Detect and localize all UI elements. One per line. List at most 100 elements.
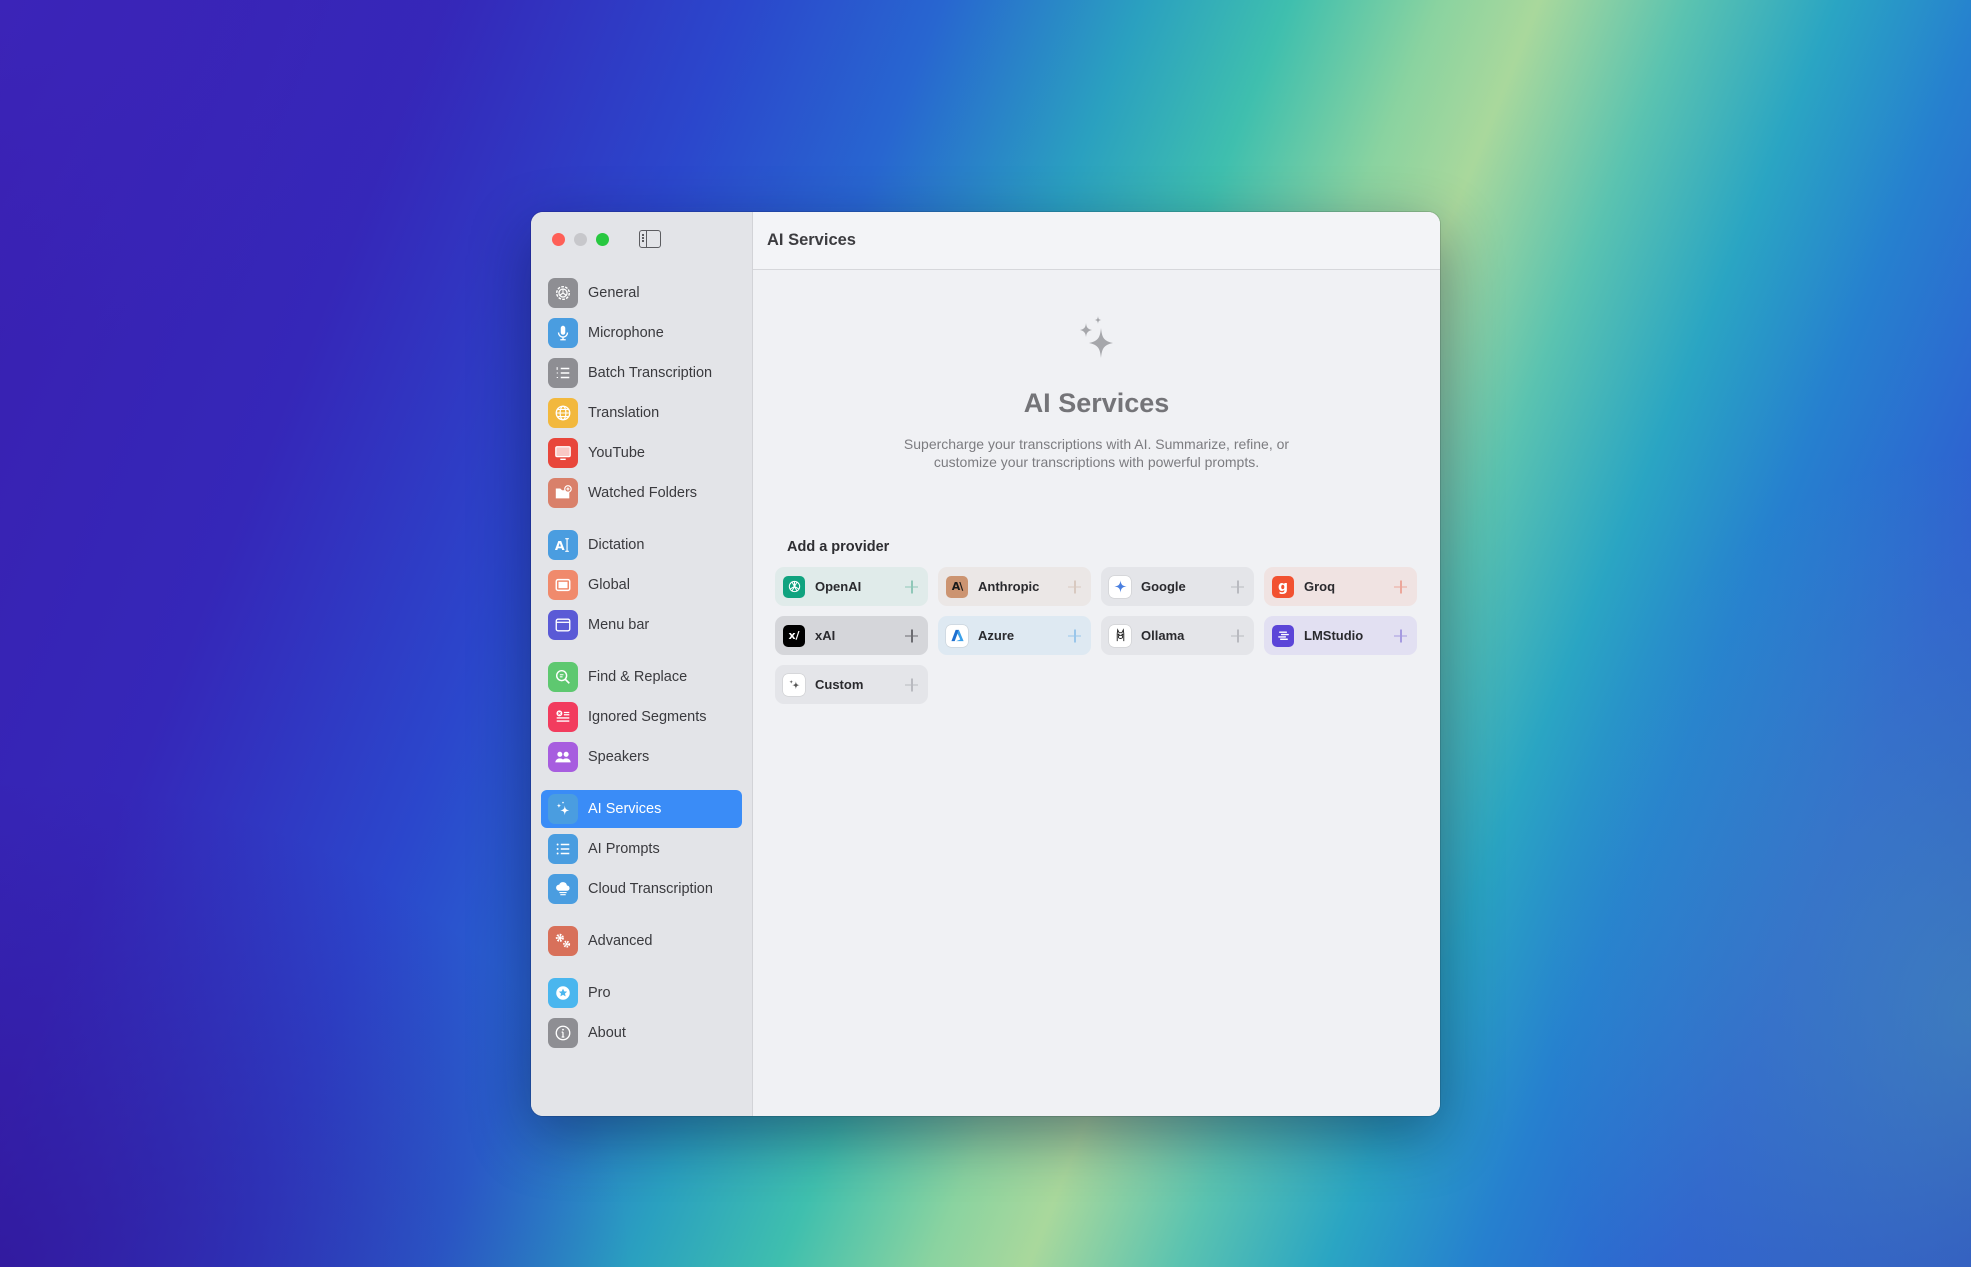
provider-card-xai[interactable]: x/xAI [775,616,928,655]
sidebar-item-speakers[interactable]: Speakers [541,738,742,776]
sidebar-item-label: Menu bar [588,617,650,633]
sidebar-toggle-icon[interactable] [639,230,661,248]
sidebar-item-translation[interactable]: Translation [541,394,742,432]
plus-icon[interactable] [905,678,918,691]
sidebar-item-label: Dictation [588,537,645,553]
star-badge-icon [548,978,578,1008]
sidebar-item-label: Ignored Segments [588,709,707,725]
provider-name: Google [1141,579,1186,594]
plus-icon[interactable] [1394,580,1407,593]
microphone-icon [548,318,578,348]
sidebar-item-label: Find & Replace [588,669,688,685]
sidebar-item-pro[interactable]: Pro [541,974,742,1012]
ollama-logo-icon [1109,624,1131,647]
sidebar-item-ignored-segments[interactable]: Ignored Segments [541,698,742,736]
sidebar-item-label: Translation [588,405,660,421]
sidebar-item-label: Batch Transcription [588,365,713,381]
sidebar-item-label: YouTube [588,445,645,461]
close-button[interactable] [552,233,565,246]
sparkles-icon [548,794,578,824]
plus-icon[interactable] [1394,629,1407,642]
sparkles-icon [1079,316,1113,358]
folder-add-icon [548,478,578,508]
info-icon [548,1018,578,1048]
sidebar-item-ai-services[interactable]: AI Services [541,790,742,828]
provider-name: Groq [1304,579,1336,594]
sidebar-item-youtube[interactable]: YouTube [541,434,742,472]
gears-icon [548,926,578,956]
provider-name: Azure [978,628,1015,643]
provider-card-google[interactable]: Google [1101,567,1254,606]
google-logo-icon [1109,575,1131,598]
text-cursor-icon: A [548,530,578,560]
providers-grid: OpenAI A\ Anthropic Google g Groq x/xAI Azure Ol… [775,567,1418,704]
sidebar-item-dictation[interactable]: A Dictation [541,526,742,564]
ignored-list-icon [548,702,578,732]
page-title: AI Services [767,231,856,249]
provider-card-lmstudio[interactable]: LMStudio [1264,616,1417,655]
svg-text:A: A [555,538,565,553]
sidebar-item-label: Pro [588,985,611,1001]
hero-title: AI Services [1023,388,1170,418]
provider-name: Anthropic [978,579,1040,594]
provider-name: OpenAI [815,579,862,594]
sidebar-item-watched-folders[interactable]: Watched Folders [541,474,742,512]
magnifier-icon [548,662,578,692]
sidebar-item-label: Speakers [588,749,650,765]
provider-name: Ollama [1141,628,1185,643]
maximize-button[interactable] [596,233,609,246]
sidebar-item-label: Watched Folders [588,485,698,501]
plus-icon[interactable] [1231,629,1244,642]
provider-name: xAI [815,628,836,643]
provider-card-groq[interactable]: g Groq [1264,567,1417,606]
azure-logo-icon [946,624,968,647]
window-icon [548,570,578,600]
sidebar-item-global[interactable]: Global [541,566,742,604]
plus-icon[interactable] [1068,629,1081,642]
sidebar-item-cloud-transcription[interactable]: Cloud Transcription [541,870,742,908]
anthropic-logo-icon: A\ [946,575,968,598]
sidebar-item-menu-bar[interactable]: Menu bar [541,606,742,644]
xai-logo-icon: x/ [783,624,805,647]
globe-icon [548,398,578,428]
sidebar-item-advanced[interactable]: Advanced [541,922,742,960]
sidebar-item-label: Global [588,577,630,593]
provider-card-azure[interactable]: Azure [938,616,1091,655]
sidebar-item-general[interactable]: General [541,274,742,312]
provider-card-anthropic[interactable]: A\ Anthropic [938,567,1091,606]
sidebar-item-label: AI Prompts [588,841,660,857]
plus-icon[interactable] [1068,580,1081,593]
window-controls [552,233,609,246]
numbered-list-icon [548,358,578,388]
plus-icon[interactable] [905,629,918,642]
provider-card-ollama[interactable]: Ollama [1101,616,1254,655]
provider-name: LMStudio [1304,628,1364,643]
cloud-icon [548,874,578,904]
menubar-icon [548,610,578,640]
openai-logo-icon [783,575,805,598]
list-icon [548,834,578,864]
tv-icon [548,438,578,468]
settings-window: General Microphone Batch Transcription Tran… [531,212,1440,1116]
lmstudio-logo-icon [1272,624,1294,647]
providers-title: Add a provider [787,539,890,555]
sidebar-item-microphone[interactable]: Microphone [541,314,742,352]
sidebar: General Microphone Batch Transcription Tran… [531,212,753,1116]
main-pane: AI Services AI Services Supercharge your… [753,212,1440,1116]
sidebar-item-batch-transcription[interactable]: Batch Transcription [541,354,742,392]
gear-icon [548,278,578,308]
sidebar-item-label: General [588,285,640,301]
minimize-button[interactable] [574,233,587,246]
sidebar-item-label: Advanced [588,933,653,949]
plus-icon[interactable] [905,580,918,593]
groq-logo-icon: g [1272,575,1294,598]
providers-section: Add a provider OpenAI A\ Anthropic Google g G… [775,539,1418,704]
provider-card-openai[interactable]: OpenAI [775,567,928,606]
sidebar-item-label: Microphone [588,325,664,341]
sidebar-item-find-replace[interactable]: Find & Replace [541,658,742,696]
plus-icon[interactable] [1231,580,1244,593]
sidebar-item-ai-prompts[interactable]: AI Prompts [541,830,742,868]
sidebar-item-about[interactable]: About [541,1014,742,1052]
hero: AI Services Supercharge your transcripti… [753,314,1440,471]
provider-card-custom[interactable]: Custom [775,665,928,704]
